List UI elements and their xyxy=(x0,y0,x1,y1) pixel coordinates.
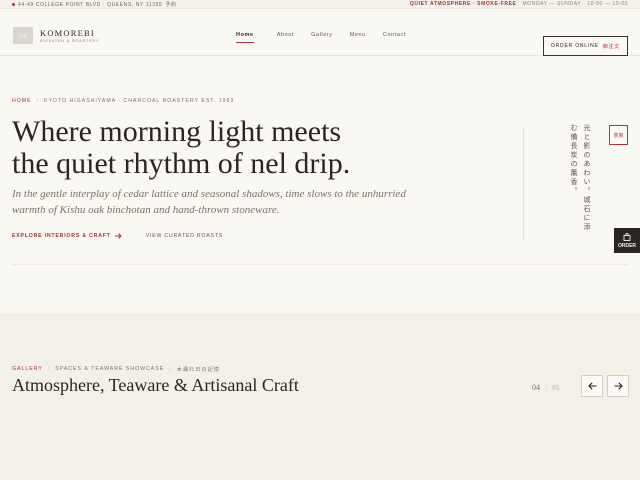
floating-order-label: ORDER xyxy=(617,242,637,249)
explore-interiors-label: EXPLORE INTERIORS & CRAFT xyxy=(12,233,111,239)
nav-about[interactable]: About xyxy=(277,32,294,38)
view-curated-roasts-link[interactable]: VIEW CURATED ROASTS xyxy=(146,233,223,239)
gallery-eyebrow-label: GALLERY xyxy=(12,366,43,372)
logo-mark[interactable]: 木漏 xyxy=(13,27,33,44)
brand-subtitle: KISSATEN & ROASTERY xyxy=(40,39,100,43)
site-header: 木漏 KOMOREBI KISSATEN & ROASTERY Home Abo… xyxy=(0,10,640,56)
seal-stamp: 茶房 xyxy=(609,125,628,145)
breadcrumb: HOME / KYOTO HIGASHIYAMA · CHARCOAL ROAS… xyxy=(12,98,234,104)
hero-headline: Where morning light meets the quiet rhyt… xyxy=(12,116,432,180)
slide-current: 04 xyxy=(532,383,540,392)
gallery-eyebrow: GALLERY / SPACES & TEAWARE SHOWCASE / 木漏… xyxy=(12,366,220,373)
explore-interiors-link[interactable]: EXPLORE INTERIORS & CRAFT xyxy=(12,233,122,239)
arrow-right-icon xyxy=(614,382,623,390)
arrow-left-icon xyxy=(587,382,596,390)
hero-cta-row: EXPLORE INTERIORS & CRAFT VIEW CURATED R… xyxy=(12,233,223,239)
breadcrumb-home[interactable]: HOME xyxy=(12,98,32,104)
gallery-eyebrow-jp: 木漏れ日の記憶 xyxy=(176,367,220,373)
hero-lead: In the gentle interplay of cedar lattice… xyxy=(12,188,406,216)
breadcrumb-detail: KYOTO HIGASHIYAMA · CHARCOAL ROASTERY ES… xyxy=(44,98,235,104)
atmosphere-text: QUIET ATMOSPHERE · SMOKE-FREE xyxy=(409,1,517,7)
floating-order-button[interactable]: ORDER xyxy=(614,228,640,253)
main-nav: Home About Gallery Menu Contact xyxy=(236,32,406,43)
nav-menu[interactable]: Menu xyxy=(350,32,366,38)
hours-block: QUIET ATMOSPHERE · SMOKE-FREE MONDAY — S… xyxy=(410,1,628,7)
slide-total: 05 xyxy=(552,384,560,392)
nav-gallery[interactable]: Gallery xyxy=(311,32,333,38)
address-text: 44-49 COLLEGE POINT BLVD · QUEENS, NY 11… xyxy=(18,1,163,8)
previous-slide-button[interactable] xyxy=(581,375,603,397)
eyebrow-separator: / xyxy=(47,366,51,372)
next-slide-button[interactable] xyxy=(607,375,629,397)
address-jp-text: 予約 xyxy=(165,2,177,8)
vertical-divider xyxy=(523,128,524,241)
hours-text: MONDAY — SUNDAY · 10:00 — 19:00 xyxy=(522,1,628,7)
nav-contact[interactable]: Contact xyxy=(383,32,406,38)
eyebrow-separator: / xyxy=(169,366,172,372)
gallery-section: GALLERY / SPACES & TEAWARE SHOWCASE / 木漏… xyxy=(0,313,640,480)
order-online-label: ORDER ONLINE xyxy=(550,43,599,49)
vertical-poem: 光と影のあわい。城石に添む備長炭の薫香。 xyxy=(570,124,591,232)
arrow-right-icon xyxy=(114,233,122,239)
section-divider xyxy=(12,264,628,265)
counter-separator: / xyxy=(545,383,548,392)
nav-home[interactable]: Home xyxy=(236,32,254,43)
order-online-jp-label: 御注文 xyxy=(602,43,621,50)
breadcrumb-separator: / xyxy=(36,98,40,104)
top-info-bar: 44-49 COLLEGE POINT BLVD · QUEENS, NY 11… xyxy=(0,0,640,9)
hero-headline-line-2: the quiet rhythm of nel drip. xyxy=(12,147,351,180)
gallery-eyebrow-sub: SPACES & TEAWARE SHOWCASE xyxy=(55,366,165,372)
gallery-title: Atmosphere, Teaware & Artisanal Craft xyxy=(12,375,299,395)
address-block: 44-49 COLLEGE POINT BLVD · QUEENS, NY 11… xyxy=(12,1,177,8)
hero-headline-line-1: Where morning light meets xyxy=(12,115,342,148)
order-online-button[interactable]: ORDER ONLINE 御注文 xyxy=(543,36,628,56)
shopping-bag-icon xyxy=(623,232,631,241)
brand-name[interactable]: KOMOREBI xyxy=(40,28,95,38)
location-dot-icon xyxy=(12,3,15,6)
slide-counter: 04 / 05 xyxy=(532,383,559,392)
